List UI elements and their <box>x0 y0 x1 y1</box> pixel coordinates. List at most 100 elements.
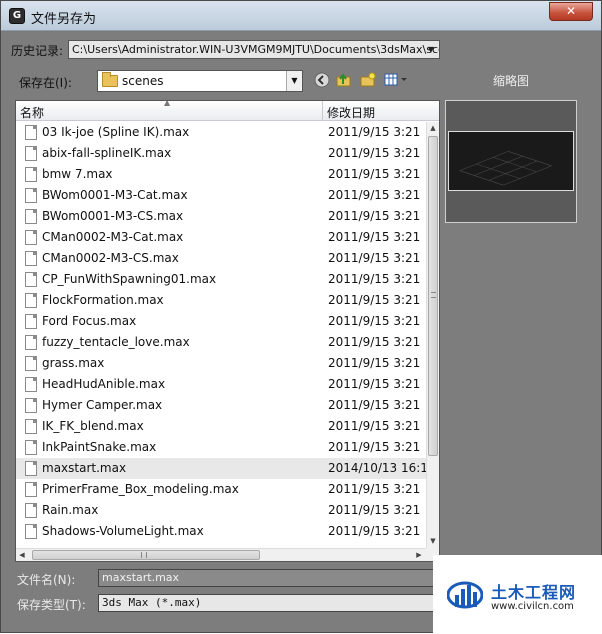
history-dropdown[interactable]: C:\Users\Administrator.WIN-U3VMGM9MJTU\D… <box>68 40 440 59</box>
file-date: 2011/9/15 3:21 <box>328 146 421 160</box>
watermark-logo-icon <box>447 581 483 609</box>
save-as-dialog: G 文件另存为 ✕ 历史记录: C:\Users\Administrator.W… <box>0 0 602 634</box>
file-rows: 03 Ik-joe (Spline IK).max 2011/9/15 3:21 a… <box>16 122 426 542</box>
file-icon <box>25 524 37 539</box>
sort-arrow-icon: ▲ <box>164 100 171 107</box>
file-row[interactable]: IK_FK_blend.max 2011/9/15 3:21 <box>16 416 426 437</box>
file-name: InkPaintSnake.max <box>42 440 157 454</box>
file-list[interactable]: ▲ 名称 修改日期 03 Ik-joe (Spline IK).max 2011/… <box>15 100 440 562</box>
file-row[interactable]: fuzzy_tentacle_love.max 2011/9/15 3:21 <box>16 332 426 353</box>
close-button[interactable]: ✕ <box>549 2 593 21</box>
file-name: IK_FK_blend.max <box>42 419 144 433</box>
folder-icon <box>102 72 118 87</box>
scroll-right-icon[interactable]: ▶ <box>413 549 425 561</box>
file-date: 2011/9/15 3:21 <box>328 419 421 433</box>
file-date: 2011/9/15 3:21 <box>328 272 421 286</box>
file-icon <box>25 419 37 434</box>
file-icon <box>25 272 37 287</box>
file-date: 2011/9/15 3:21 <box>328 335 421 349</box>
file-date: 2011/9/15 3:21 <box>328 293 421 307</box>
chevron-down-icon[interactable]: ▼ <box>425 41 437 58</box>
file-date: 2011/9/15 3:21 <box>328 503 421 517</box>
file-row[interactable]: CMan0002-M3-Cat.max 2011/9/15 3:21 <box>16 227 426 248</box>
scene-preview-image <box>448 131 574 191</box>
file-icon <box>25 314 37 329</box>
back-icon[interactable] <box>313 72 331 90</box>
file-row[interactable]: BWom0001-M3-CS.max 2011/9/15 3:21 <box>16 206 426 227</box>
save-in-value: scenes <box>122 74 164 88</box>
up-folder-icon[interactable] <box>335 72 353 90</box>
watermark-title: 土木工程网 <box>491 583 577 602</box>
file-icon <box>25 461 37 476</box>
file-row[interactable]: Ford Focus.max 2011/9/15 3:21 <box>16 311 426 332</box>
file-name: fuzzy_tentacle_love.max <box>42 335 190 349</box>
scroll-left-icon[interactable]: ◀ <box>16 549 28 561</box>
file-icon <box>25 230 37 245</box>
save-in-dropdown[interactable]: scenes ▼ <box>97 70 303 92</box>
view-menu-icon[interactable] <box>383 72 409 90</box>
history-value: C:\Users\Administrator.WIN-U3VMGM9MJTU\D… <box>72 43 440 56</box>
file-icon <box>25 335 37 350</box>
filetype-label: 保存类型(T): <box>17 598 86 612</box>
file-date: 2011/9/15 3:21 <box>328 398 421 412</box>
file-row[interactable]: grass.max 2011/9/15 3:21 <box>16 353 426 374</box>
save-in-label: 保存在(I): <box>19 76 72 90</box>
watermark-url: www.civilcn.com <box>491 601 574 612</box>
file-date: 2011/9/15 3:21 <box>328 314 421 328</box>
file-date: 2011/9/15 3:21 <box>328 251 421 265</box>
file-row[interactable]: bmw 7.max 2011/9/15 3:21 <box>16 164 426 185</box>
file-icon <box>25 188 37 203</box>
file-row[interactable]: Shadows-VolumeLight.max 2011/9/15 3:21 <box>16 521 426 542</box>
column-header-name[interactable]: 名称 <box>20 104 44 121</box>
grip-icon <box>141 552 147 558</box>
file-row[interactable]: PrimerFrame_Box_modeling.max 2011/9/15 3:… <box>16 479 426 500</box>
column-divider[interactable] <box>322 101 323 121</box>
list-header: ▲ 名称 修改日期 <box>16 101 439 121</box>
scroll-up-icon[interactable]: ▲ <box>427 122 439 134</box>
scrollbar-thumb[interactable] <box>32 550 260 560</box>
vertical-scrollbar[interactable]: ▲ ▼ <box>426 122 439 548</box>
file-name: CMan0002-M3-CS.max <box>42 251 179 265</box>
file-row[interactable]: maxstart.max 2014/10/13 16:14 <box>16 458 426 479</box>
scroll-down-icon[interactable]: ▼ <box>427 535 439 547</box>
file-name: Ford Focus.max <box>42 314 137 328</box>
file-icon <box>25 440 37 455</box>
file-row[interactable]: CMan0002-M3-CS.max 2011/9/15 3:21 <box>16 248 426 269</box>
filename-label: 文件名(N): <box>17 573 76 587</box>
file-row[interactable]: FlockFormation.max 2011/9/15 3:21 <box>16 290 426 311</box>
file-row[interactable]: BWom0001-M3-Cat.max 2011/9/15 3:21 <box>16 185 426 206</box>
title-bar[interactable]: G 文件另存为 ✕ <box>1 1 601 31</box>
filetype-select[interactable]: 3ds Max (*.max) <box>98 594 438 612</box>
window-title: 文件另存为 <box>31 12 97 27</box>
file-icon <box>25 377 37 392</box>
chevron-down-icon[interactable]: ▼ <box>286 71 302 91</box>
file-name: Rain.max <box>42 503 99 517</box>
thumbnail-preview <box>445 100 577 223</box>
filename-input[interactable]: maxstart.max <box>98 569 438 587</box>
file-date: 2011/9/15 3:21 <box>328 377 421 391</box>
file-row[interactable]: CP_FunWithSpawning01.max 2011/9/15 3:21 <box>16 269 426 290</box>
file-icon <box>25 503 37 518</box>
file-row[interactable]: 03 Ik-joe (Spline IK).max 2011/9/15 3:21 <box>16 122 426 143</box>
file-row[interactable]: HeadHudAnible.max 2011/9/15 3:21 <box>16 374 426 395</box>
scrollbar-thumb[interactable] <box>428 136 438 456</box>
file-name: bmw 7.max <box>42 167 113 181</box>
file-row[interactable]: InkPaintSnake.max 2011/9/15 3:21 <box>16 437 426 458</box>
file-row[interactable]: abix-fall-splineIK.max 2011/9/15 3:21 <box>16 143 426 164</box>
file-row[interactable]: Rain.max 2011/9/15 3:21 <box>16 500 426 521</box>
file-row[interactable]: Hymer Camper.max 2011/9/15 3:21 <box>16 395 426 416</box>
file-date: 2011/9/15 3:21 <box>328 125 421 139</box>
file-name: Shadows-VolumeLight.max <box>42 524 204 538</box>
file-name: PrimerFrame_Box_modeling.max <box>42 482 239 496</box>
file-icon <box>25 251 37 266</box>
new-folder-icon[interactable] <box>359 72 377 90</box>
file-date: 2011/9/15 3:21 <box>328 167 421 181</box>
thumbnail-label: 缩略图 <box>493 74 530 88</box>
file-icon <box>25 167 37 182</box>
horizontal-scrollbar[interactable]: ◀ ▶ <box>16 548 426 561</box>
file-name: HeadHudAnible.max <box>42 377 166 391</box>
file-date: 2011/9/15 3:21 <box>328 524 421 538</box>
watermark: 土木工程网 www.civilcn.com <box>433 555 602 634</box>
grip-icon <box>431 292 436 298</box>
column-header-date[interactable]: 修改日期 <box>327 104 375 121</box>
